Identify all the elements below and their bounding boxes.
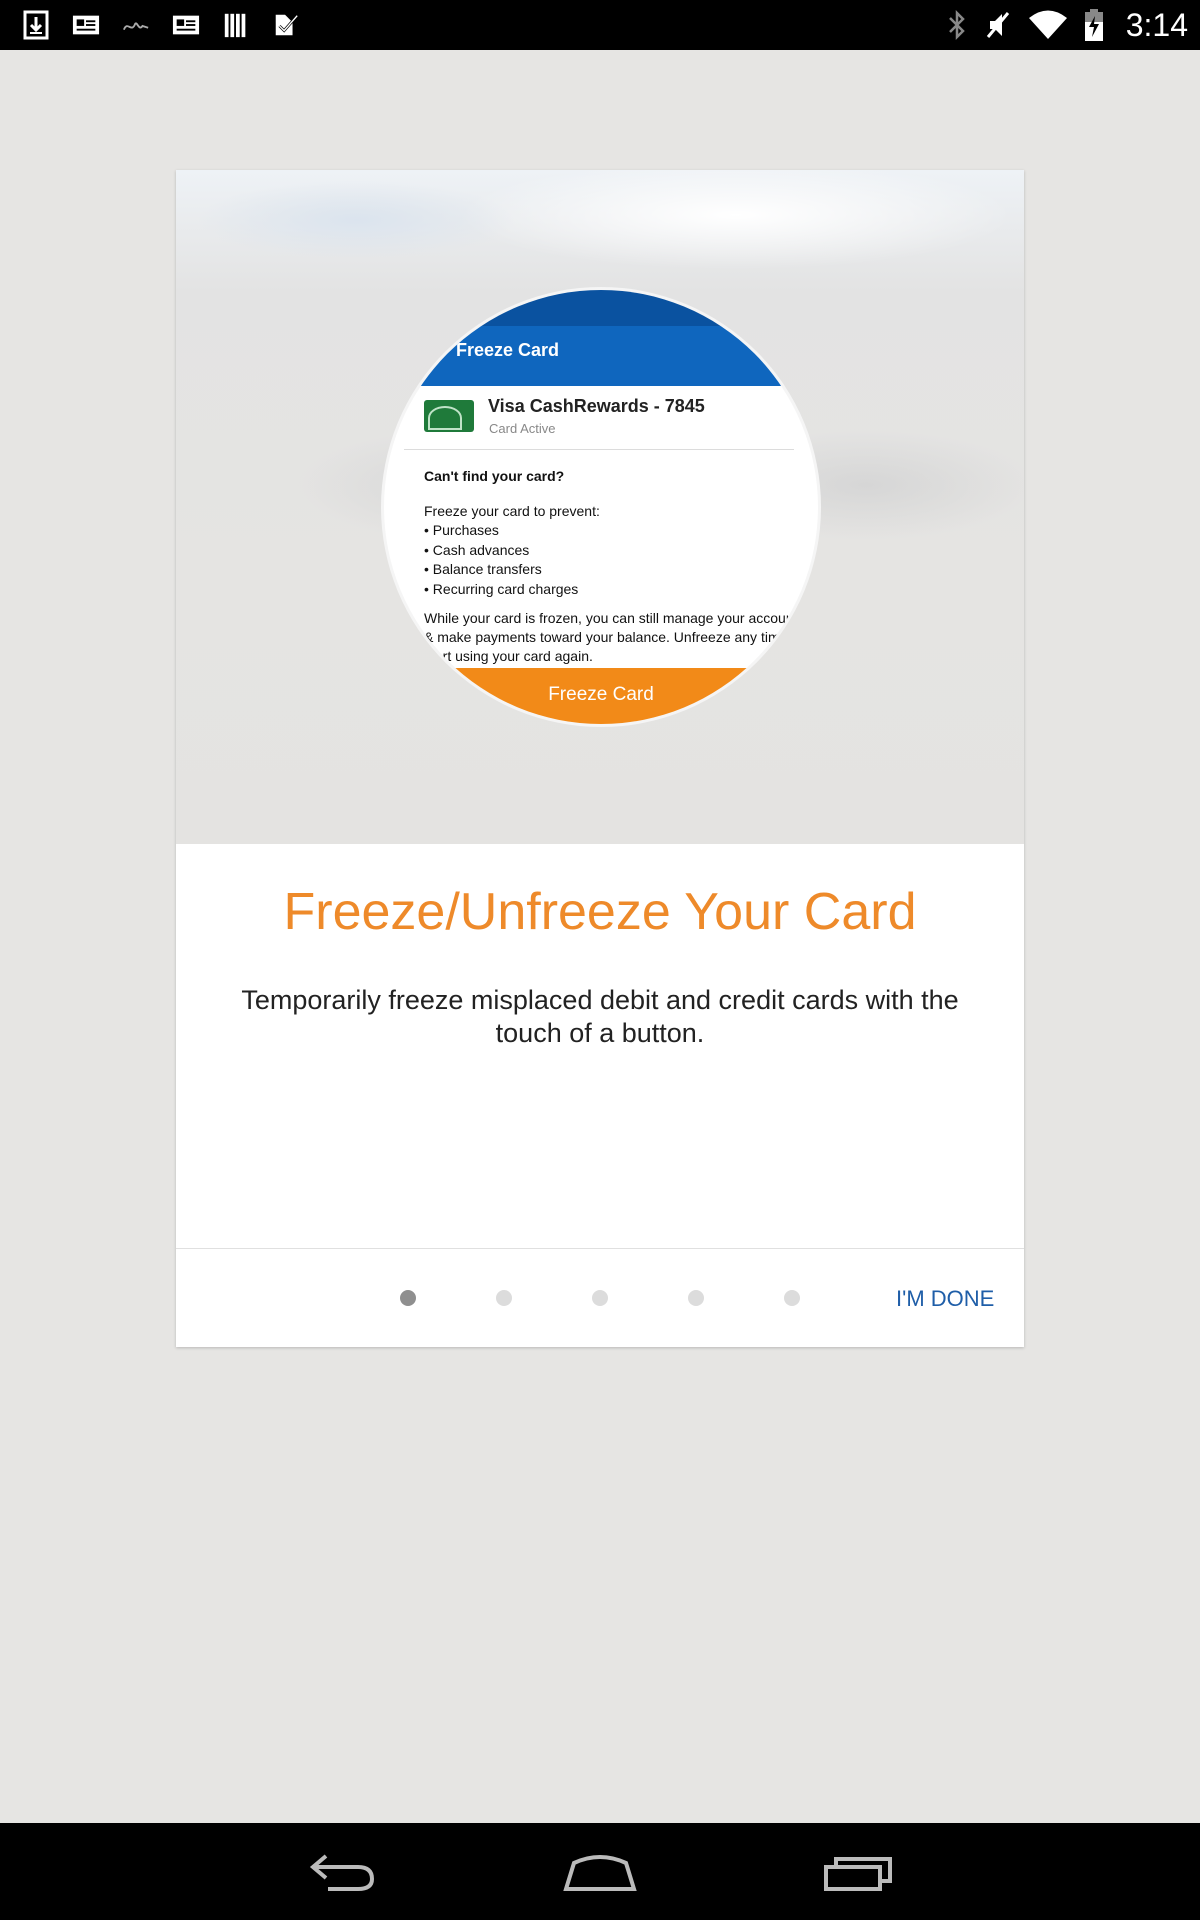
page-dot	[784, 1290, 800, 1306]
back-button[interactable]	[298, 1845, 388, 1901]
preview-list-item: • Recurring card charges	[424, 580, 579, 597]
bluetooth-icon	[948, 9, 965, 41]
footer-divider	[176, 1248, 1024, 1249]
page-dot	[496, 1290, 512, 1306]
preview-header-title: Freeze Card	[456, 340, 560, 360]
library-icon	[224, 13, 246, 38]
download-icon	[23, 10, 49, 40]
credit-card-thumbnail	[424, 400, 474, 432]
preview-freeze-button-label: Freeze Card	[548, 684, 654, 705]
recents-button[interactable]	[814, 1845, 904, 1901]
navigation-bar	[0, 1823, 1200, 1920]
preview-header	[384, 326, 818, 386]
tasks-icon	[275, 14, 299, 36]
feature-title: Freeze/Unfreeze Your Card	[283, 883, 917, 941]
recents-icon	[824, 1857, 892, 1891]
onboarding-dialog: Freeze Card Visa CashRewards - 7845 Card…	[176, 170, 1024, 1347]
preview-list-item: • Balance transfers	[424, 561, 542, 577]
page-dot	[688, 1290, 704, 1306]
hero-image: Freeze Card Visa CashRewards - 7845 Card…	[176, 170, 1024, 844]
home-button[interactable]	[555, 1845, 645, 1901]
feature-preview-circle: Freeze Card Visa CashRewards - 7845 Card…	[384, 290, 818, 724]
home-icon	[563, 1855, 637, 1891]
preview-note: While your card is frozen, you can still…	[424, 610, 803, 664]
preview-list-item: • Cash advances	[424, 541, 530, 558]
notification-icons	[22, 8, 300, 42]
preview-list-item: • Purchases	[424, 522, 499, 538]
preview-question: Can't find your card?	[424, 468, 565, 484]
clock: 3:14	[1125, 6, 1188, 43]
news-icon	[72, 15, 100, 35]
preview-body: Can't find your card? Freeze your card t…	[424, 460, 804, 666]
page-dot-active	[400, 1290, 416, 1306]
signature-icon	[123, 22, 149, 31]
feature-description: Temporarily freeze misplaced debit and c…	[241, 985, 959, 1048]
back-icon	[309, 1854, 375, 1891]
preview-card-name: Visa CashRewards - 7845	[488, 396, 705, 416]
mute-icon	[986, 12, 1009, 38]
wifi-icon	[1028, 10, 1067, 39]
status-bar: 3:14	[0, 0, 1200, 50]
im-done-button[interactable]: I'M DONE	[896, 1286, 994, 1312]
news-icon	[172, 15, 200, 35]
battery-charging-icon	[1084, 9, 1103, 41]
page-dot	[592, 1290, 608, 1306]
preview-prevent-intro: Freeze your card to prevent:	[424, 503, 600, 519]
system-icons: 3:14	[946, 5, 1188, 45]
preview-card-status: Card Active	[489, 421, 556, 436]
